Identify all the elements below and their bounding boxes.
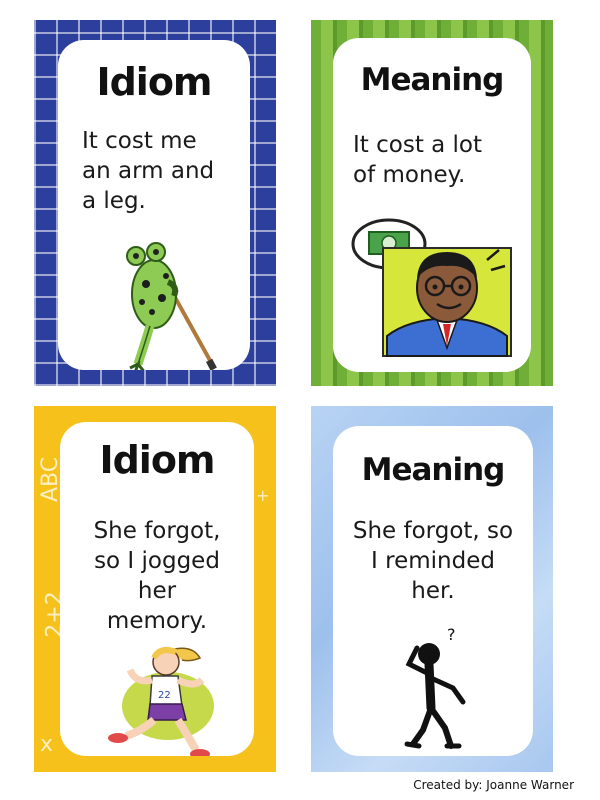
credit-text: Created by: Joanne Warner [413,778,574,792]
card-text-line: of money. [353,162,466,188]
card-text-line: It cost a lot [353,132,483,158]
girl-jogging-icon: 22 [108,647,214,756]
card-text: She forgot, so I reminded her. [333,516,533,606]
meaning-card-2: Meaning She forgot, so I reminded her. ? [311,406,553,772]
chalk-times: x [40,732,54,757]
meaning-card-1: Meaning It cost a lot of money. [311,20,553,386]
frog-with-crutch-icon [126,242,217,370]
card-text: She forgot, so I jogged her memory. [60,516,254,636]
card-text-line: She forgot, so [352,518,514,544]
card-text-line: She forgot, [93,518,221,544]
question-mark: ? [447,625,456,644]
card-text-line: her. [411,578,455,604]
card-text-line: It cost me [82,128,197,154]
card-text-line: so I jogged [94,548,220,574]
card-text-line: a leg. [82,188,146,214]
svg-text:22: 22 [158,690,171,701]
card-panel: Meaning She forgot, so I reminded her. ? [333,426,533,756]
man-thinking-money-icon [351,218,512,357]
stick-figure-scratching-head-icon: ? [404,625,466,749]
idiom-card-2: ABC 2+2 + x Idiom She forgot, so I jogge… [34,406,276,772]
card-heading: Idiom [99,438,215,482]
card-heading: Meaning [360,62,505,98]
card-panel: Idiom It cost me an arm and a leg. [58,40,250,370]
card-text: It cost me an arm and a leg. [82,126,214,216]
card-heading: Meaning [361,452,506,488]
card-text: It cost a lot of money. [353,130,482,190]
card-text-line: I reminded [371,548,495,574]
card-text-line: her [137,578,177,604]
card-text-line: an arm and [82,158,215,184]
card-text-line: memory. [106,608,208,634]
card-panel: Idiom She forgot, so I jogged her memory… [60,422,254,756]
card-heading: Idiom [96,60,212,104]
chalk-plus: + [256,486,270,505]
idiom-card-1: Idiom It cost me an arm and a leg. [34,20,276,386]
card-panel: Meaning It cost a lot of money. [333,38,531,372]
